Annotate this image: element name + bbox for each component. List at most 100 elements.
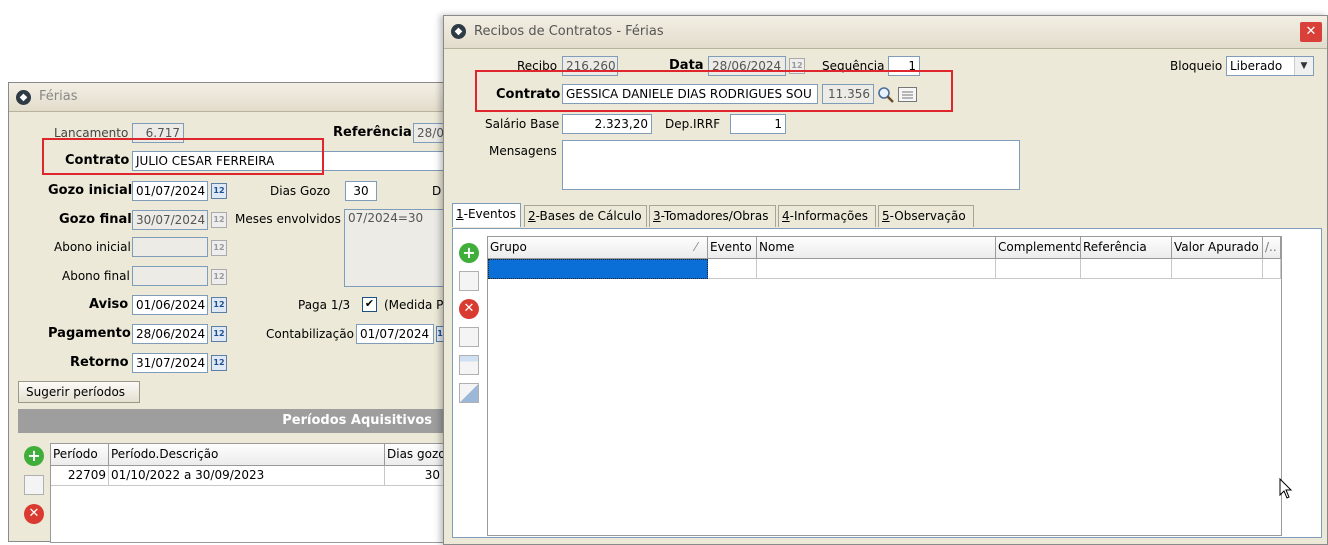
mensagens-field[interactable] bbox=[562, 140, 1020, 190]
copy-evento-icon[interactable] bbox=[459, 355, 479, 375]
blank-evento-icon[interactable] bbox=[459, 327, 479, 347]
edit-evento-icon[interactable] bbox=[459, 271, 479, 291]
retorno-calendar-icon[interactable]: 12 bbox=[211, 355, 227, 371]
eventos-row-selected-grupo[interactable] bbox=[488, 259, 708, 279]
dias-gozo-field[interactable]: 30 bbox=[345, 181, 377, 201]
aviso-label: Aviso bbox=[89, 297, 129, 312]
tab-observacao[interactable]: 5-Observação bbox=[878, 205, 974, 227]
periodos-cell-descricao[interactable]: 01/10/2022 a 30/09/2023 bbox=[109, 466, 385, 486]
d-label: D bbox=[432, 184, 442, 198]
contabilizacao-label: Contabilização bbox=[266, 327, 354, 341]
paga-label: Paga 1/3 bbox=[298, 298, 351, 312]
app-logo-icon: ◆ bbox=[451, 24, 466, 39]
gozo-inicial-calendar-icon[interactable]: 12 bbox=[211, 183, 227, 199]
eventos-col-evento[interactable]: Evento bbox=[708, 237, 757, 259]
periodos-col-dias[interactable]: Dias gozo bbox=[385, 444, 449, 466]
meses-envolvidos-label: Meses envolvidos bbox=[235, 212, 341, 226]
eventos-col-complemento[interactable]: Complemento bbox=[996, 237, 1081, 259]
dep-irrf-label: Dep.IRRF bbox=[665, 117, 721, 131]
medida-label: (Medida P bbox=[384, 298, 444, 312]
tab-bases-label: -Bases de Cálculo bbox=[535, 209, 642, 223]
periodos-col-periodo[interactable]: Período bbox=[51, 444, 109, 466]
gozo-final-field[interactable]: 30/07/2024 bbox=[132, 210, 208, 230]
ferias-titlebar[interactable]: ◆ Férias bbox=[9, 83, 447, 112]
periodos-col-descricao[interactable]: Período.Descrição bbox=[109, 444, 385, 466]
periodos-section-header: Períodos Aquisitivos bbox=[18, 409, 446, 433]
aviso-calendar-icon[interactable]: 12 bbox=[211, 297, 227, 313]
eventos-col-referencia[interactable]: Referência bbox=[1081, 237, 1172, 259]
bloqueio-select[interactable]: Liberado ▼ bbox=[1226, 56, 1314, 76]
retorno-field[interactable]: 31/07/2024 bbox=[132, 353, 208, 373]
periodos-grid[interactable]: Período Período.Descrição Dias gozo 2270… bbox=[50, 443, 449, 543]
abono-final-field[interactable] bbox=[132, 266, 208, 286]
pagamento-field[interactable]: 28/06/2024 bbox=[132, 324, 208, 344]
contabilizacao-field[interactable]: 01/07/2024 bbox=[356, 324, 434, 344]
contrato-highlight bbox=[42, 138, 324, 175]
eventos-col-nome[interactable]: Nome bbox=[757, 237, 996, 259]
pagamento-calendar-icon[interactable]: 12 bbox=[211, 326, 227, 342]
add-evento-icon[interactable]: + bbox=[459, 243, 479, 263]
close-icon[interactable]: ✕ bbox=[1300, 22, 1322, 42]
recibos-contrato-highlight bbox=[475, 70, 953, 112]
salario-base-field[interactable]: 2.323,20 bbox=[562, 114, 652, 134]
eventos-grid[interactable]: Grupo ⁄ Evento Nome Complemento Referênc… bbox=[487, 236, 1282, 536]
abono-final-label: Abono final bbox=[62, 269, 130, 283]
edit-periodo-icon[interactable] bbox=[24, 475, 44, 495]
gozo-inicial-label: Gozo inicial bbox=[48, 183, 133, 198]
recibos-tabs: 1-Eventos 2-Bases de Cálculo 3-Tomadores… bbox=[452, 203, 1322, 229]
eventos-row-more[interactable] bbox=[1263, 259, 1281, 279]
meses-envolvidos-field: 07/2024=30 bbox=[344, 209, 448, 287]
bloqueio-label: Bloqueio bbox=[1170, 59, 1223, 73]
mouse-cursor-icon bbox=[1279, 477, 1293, 500]
app-logo-icon: ◆ bbox=[16, 90, 31, 105]
eventos-row-nome[interactable] bbox=[757, 259, 996, 279]
delete-evento-icon[interactable]: ✕ bbox=[459, 299, 479, 319]
chevron-down-icon[interactable]: ▼ bbox=[1294, 57, 1313, 75]
abono-inicial-calendar-icon: 12 bbox=[211, 240, 227, 256]
tab-informacoes[interactable]: 4-Informações bbox=[778, 205, 876, 227]
ferias-title: Férias bbox=[39, 89, 78, 104]
tab-informacoes-key: 4 bbox=[782, 209, 790, 223]
tab-bases-key: 2 bbox=[528, 209, 536, 223]
delete-periodo-icon[interactable]: ✕ bbox=[24, 504, 44, 524]
eventos-row-valor[interactable] bbox=[1172, 259, 1263, 279]
tab-observacao-key: 5 bbox=[882, 209, 890, 223]
tab-informacoes-label: -Informações bbox=[789, 209, 869, 223]
sort-icon: ⁄ bbox=[694, 240, 697, 254]
retorno-label: Retorno bbox=[70, 355, 129, 370]
dias-gozo-label: Dias Gozo bbox=[270, 184, 331, 198]
periodos-cell-dias[interactable]: 30 bbox=[385, 466, 449, 486]
eventos-row-referencia[interactable] bbox=[1081, 259, 1172, 279]
eventos-col-grupo[interactable]: Grupo ⁄ bbox=[488, 237, 708, 259]
eventos-col-grupo-label: Grupo bbox=[490, 240, 527, 254]
dep-irrf-field[interactable]: 1 bbox=[730, 114, 786, 134]
tab-eventos[interactable]: 1-Eventos bbox=[452, 203, 521, 227]
abono-inicial-field[interactable] bbox=[132, 237, 208, 257]
periodos-section-title: Períodos Aquisitivos bbox=[282, 413, 432, 428]
gozo-inicial-field[interactable]: 01/07/2024 bbox=[132, 181, 208, 201]
tab-eventos-key: 1 bbox=[456, 207, 464, 221]
abono-final-calendar-icon: 12 bbox=[211, 269, 227, 285]
paga-checkbox[interactable]: ✔ bbox=[362, 297, 377, 312]
periodos-cell-periodo[interactable]: 22709 bbox=[51, 466, 109, 486]
tab-tomadores-key: 3 bbox=[653, 209, 661, 223]
tab-tomadores-obras[interactable]: 3-Tomadores/Obras bbox=[649, 205, 776, 227]
tab-tomadores-label: -Tomadores/Obras bbox=[660, 209, 769, 223]
sugerir-periodos-button[interactable]: Sugerir períodos bbox=[18, 381, 140, 403]
tab-observacao-label: -Observação bbox=[889, 209, 966, 223]
salario-base-label: Salário Base bbox=[485, 117, 560, 131]
export-evento-icon[interactable] bbox=[459, 383, 479, 403]
eventos-row-complemento[interactable] bbox=[996, 259, 1081, 279]
eventos-row-evento[interactable] bbox=[708, 259, 757, 279]
recibos-title: Recibos de Contratos - Férias bbox=[474, 24, 664, 39]
gozo-final-label: Gozo final bbox=[59, 212, 132, 227]
mensagens-label: Mensagens bbox=[489, 144, 557, 158]
eventos-col-valor[interactable]: Valor Apurado bbox=[1172, 237, 1263, 259]
recibos-titlebar[interactable]: ◆ Recibos de Contratos - Férias ✕ bbox=[444, 16, 1327, 49]
add-periodo-icon[interactable]: + bbox=[24, 446, 44, 466]
tab-eventos-label: -Eventos bbox=[463, 207, 516, 221]
eventos-col-more[interactable]: /.. bbox=[1263, 237, 1281, 259]
aviso-field[interactable]: 01/06/2024 bbox=[132, 295, 208, 315]
tab-bases-calculo[interactable]: 2-Bases de Cálculo bbox=[524, 205, 647, 227]
referencia-label: Referência bbox=[333, 125, 412, 140]
